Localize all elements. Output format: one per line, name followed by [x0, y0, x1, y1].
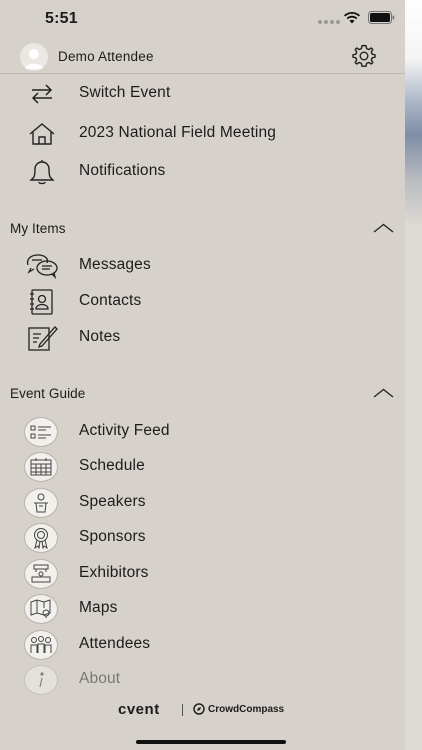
home-icon	[25, 118, 59, 150]
menu-item-label: About	[79, 670, 121, 687]
cellular-signal-icon	[318, 20, 340, 24]
status-bar: 5:51	[0, 0, 405, 40]
wifi-icon	[343, 12, 361, 24]
ribbon-icon	[24, 523, 58, 553]
gear-icon[interactable]	[351, 43, 377, 69]
menu-item-switch-event[interactable]: Switch Event	[0, 76, 405, 112]
status-time: 5:51	[45, 10, 78, 27]
menu-item-label: Notes	[79, 328, 121, 345]
map-icon	[24, 594, 58, 624]
compass-icon	[193, 703, 205, 715]
crowdcompass-logo: CrowdCompass	[193, 703, 284, 715]
calendar-icon	[24, 452, 58, 482]
menu-item-notifications[interactable]: Notifications	[0, 154, 405, 190]
people-icon	[24, 630, 58, 660]
branding-footer: cvent CrowdCompass	[0, 700, 405, 720]
menu-item-maps[interactable]: Maps	[0, 591, 405, 627]
avatar[interactable]	[20, 43, 48, 71]
icon-circle	[24, 558, 58, 590]
menu-item-label: Switch Event	[79, 84, 171, 101]
navigation-drawer: 5:51 Demo Attendee Switch Event 2023 Nat…	[0, 0, 405, 750]
menu-item-label: Speakers	[79, 493, 146, 510]
chevron-up-icon[interactable]	[373, 223, 394, 233]
cvent-logo: cvent	[118, 701, 160, 718]
menu-item-label: Exhibitors	[79, 564, 149, 581]
switch-arrows-icon	[25, 78, 59, 110]
menu-item-label: Attendees	[79, 635, 151, 652]
icon-circle	[24, 487, 58, 519]
icon-circle	[24, 664, 58, 696]
menu-item-label: Activity Feed	[79, 422, 170, 439]
user-avatar-icon	[25, 49, 43, 69]
menu-item-about[interactable]: About	[0, 662, 405, 698]
icon-circle	[24, 522, 58, 554]
menu-item-notes[interactable]: Notes	[0, 320, 405, 356]
icon-circle	[24, 629, 58, 661]
menu-item-attendees[interactable]: Attendees	[0, 627, 405, 663]
menu-item-exhibitors[interactable]: Exhibitors	[0, 556, 405, 592]
activity-feed-icon	[24, 417, 58, 447]
underlying-screen-edge[interactable]	[405, 0, 422, 750]
battery-icon	[368, 11, 395, 24]
menu-item-label: 2023 National Field Meeting	[79, 124, 277, 141]
menu-item-label: Maps	[79, 599, 118, 616]
menu-item-messages[interactable]: Messages	[0, 248, 405, 284]
info-icon	[24, 665, 58, 695]
menu-item-label: Notifications	[79, 162, 166, 179]
menu-item-sponsors[interactable]: Sponsors	[0, 520, 405, 556]
menu-item-label: Sponsors	[79, 528, 146, 545]
home-indicator[interactable]	[136, 740, 286, 744]
menu-item-label: Schedule	[79, 457, 145, 474]
bell-icon	[25, 156, 59, 188]
username[interactable]: Demo Attendee	[58, 49, 154, 64]
menu-item-event-home[interactable]: 2023 National Field Meeting	[0, 116, 405, 152]
menu-item-activity-feed[interactable]: Activity Feed	[0, 414, 405, 450]
menu-item-speakers[interactable]: Speakers	[0, 485, 405, 521]
icon-circle	[24, 416, 58, 448]
notes-icon	[25, 322, 59, 354]
section-title-my-items: My Items	[10, 221, 66, 236]
icon-circle	[24, 593, 58, 625]
footer-divider	[182, 704, 183, 716]
icon-circle	[24, 451, 58, 483]
messages-icon	[25, 250, 59, 282]
menu-item-schedule[interactable]: Schedule	[0, 449, 405, 485]
contacts-icon	[25, 286, 59, 318]
menu-item-label: Contacts	[79, 292, 142, 309]
section-title-event-guide: Event Guide	[10, 386, 86, 401]
chevron-up-icon[interactable]	[373, 388, 394, 398]
booth-icon	[24, 559, 58, 589]
speaker-icon	[24, 488, 58, 518]
crowdcompass-label: CrowdCompass	[208, 703, 285, 715]
menu-item-contacts[interactable]: Contacts	[0, 284, 405, 320]
profile-header: Demo Attendee	[0, 40, 405, 74]
menu-item-label: Messages	[79, 256, 151, 273]
